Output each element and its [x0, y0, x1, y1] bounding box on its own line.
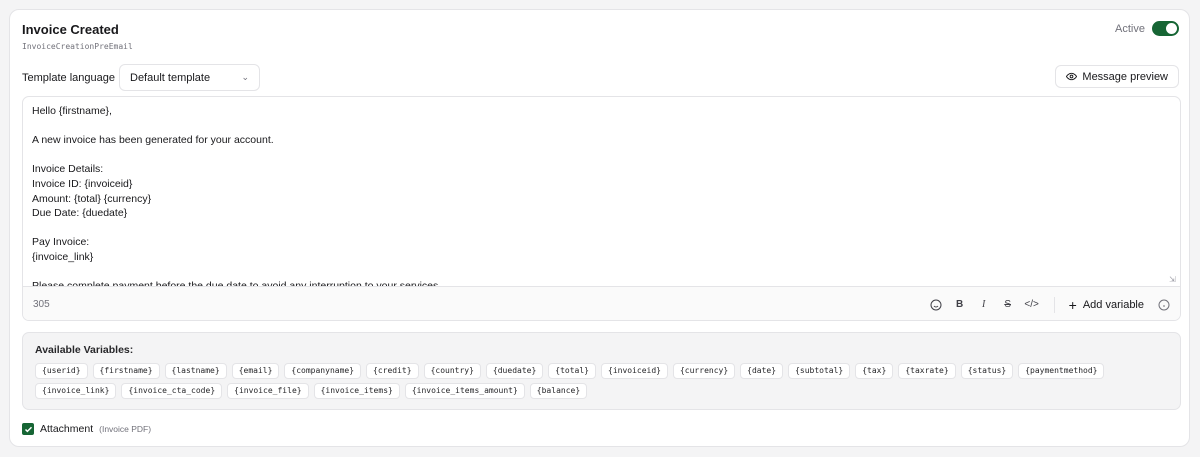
template-key: InvoiceCreationPreEmail: [22, 42, 133, 51]
variable-chip[interactable]: {date}: [740, 363, 784, 379]
variable-chip[interactable]: {companyname}: [284, 363, 362, 379]
check-icon: [24, 426, 32, 432]
available-variables-panel: Available Variables: {userid} {firstname}…: [22, 332, 1181, 410]
variable-chip[interactable]: {invoice_cta_code}: [121, 383, 223, 399]
italic-button[interactable]: I: [972, 294, 996, 316]
active-toggle[interactable]: [1152, 21, 1179, 36]
variable-chip[interactable]: {invoiceid}: [601, 363, 668, 379]
emoji-button[interactable]: [924, 294, 948, 316]
chevron-down-icon: ⌄: [241, 72, 249, 82]
template-language-select[interactable]: Default template ⌄: [119, 64, 260, 91]
variable-chip[interactable]: {firstname}: [92, 363, 160, 379]
active-label: Active: [1115, 22, 1145, 35]
character-count: 305: [33, 299, 50, 310]
add-variable-label: Add variable: [1082, 298, 1144, 311]
code-button[interactable]: </>: [1020, 294, 1044, 316]
variable-chip[interactable]: {total}: [548, 363, 596, 379]
message-editor: Hello {firstname}, A new invoice has bee…: [22, 96, 1181, 321]
variable-chip[interactable]: {lastname}: [164, 363, 227, 379]
variable-chip[interactable]: {currency}: [672, 363, 736, 379]
bold-button[interactable]: B: [948, 294, 972, 316]
email-template-card: Invoice Created InvoiceCreationPreEmail …: [9, 9, 1190, 447]
variable-chip[interactable]: {tax}: [855, 363, 894, 379]
active-toggle-group: Active: [1115, 21, 1179, 36]
variable-chip[interactable]: {taxrate}: [898, 363, 956, 379]
variable-chip[interactable]: {balance}: [529, 383, 588, 399]
variable-chip[interactable]: {invoice_file}: [227, 383, 309, 399]
toggle-knob: [1166, 23, 1177, 34]
variable-chip[interactable]: {paymentmethod}: [1018, 363, 1105, 379]
variable-chip-list: {userid} {firstname} {lastname} {email} {com…: [35, 363, 1168, 399]
toolbar-divider: [1053, 296, 1055, 313]
format-tools: B I S </> + Add variable: [924, 294, 1170, 316]
info-icon[interactable]: [1158, 299, 1170, 311]
variable-chip[interactable]: {credit}: [366, 363, 419, 379]
template-language-value: Default template: [130, 71, 211, 84]
variable-chip[interactable]: {userid}: [35, 363, 88, 379]
variable-chip[interactable]: {invoice_link}: [35, 383, 117, 399]
attachment-hint: (Invoice PDF): [99, 424, 152, 434]
message-preview-label: Message preview: [1082, 70, 1168, 83]
resize-handle-icon[interactable]: ⇲: [1169, 275, 1178, 284]
variable-chip[interactable]: {duedate}: [485, 363, 544, 379]
variable-chip[interactable]: {invoice_items}: [313, 383, 400, 399]
plus-icon: +: [1068, 296, 1077, 313]
eye-icon: [1066, 71, 1078, 82]
editor-toolbar: 305 B I S </> + Add variable: [23, 286, 1180, 320]
variable-chip[interactable]: {email}: [231, 363, 280, 379]
message-preview-button[interactable]: Message preview: [1055, 65, 1179, 88]
attachment-option: Attachment (Invoice PDF): [22, 423, 151, 435]
available-variables-title: Available Variables:: [35, 344, 134, 356]
variable-chip[interactable]: {invoice_items_amount}: [404, 383, 525, 399]
variable-chip[interactable]: {subtotal}: [788, 363, 851, 379]
strikethrough-button[interactable]: S: [996, 294, 1020, 316]
attachment-checkbox[interactable]: [22, 423, 34, 435]
template-language-label: Template language: [22, 72, 115, 84]
template-title: Invoice Created: [22, 22, 119, 37]
message-body-textarea[interactable]: Hello {firstname}, A new invoice has bee…: [23, 97, 1180, 287]
attachment-label: Attachment: [40, 423, 94, 435]
smile-icon: [930, 299, 942, 310]
variable-chip[interactable]: {status}: [960, 363, 1014, 379]
add-variable-button[interactable]: + Add variable: [1065, 296, 1148, 313]
variable-chip[interactable]: {country}: [423, 363, 481, 379]
